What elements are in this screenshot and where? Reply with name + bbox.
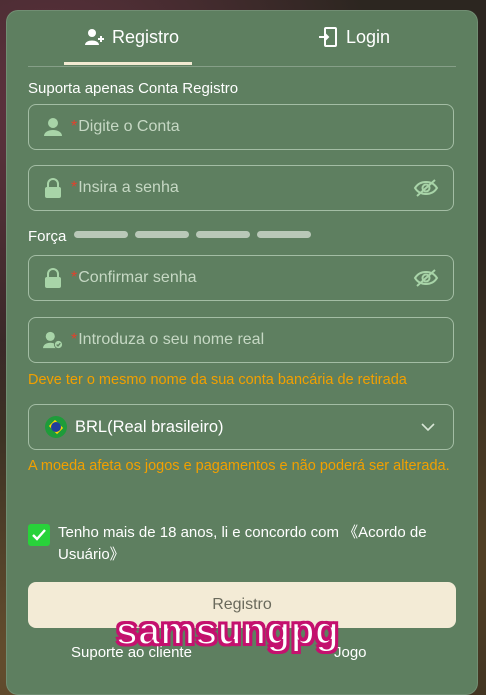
- required-mark: *: [71, 118, 78, 135]
- brazil-flag-icon: [45, 416, 67, 438]
- currency-select[interactable]: BRL(Real brasileiro): [28, 404, 454, 450]
- lock-icon: [43, 268, 63, 288]
- strength-bar: [135, 231, 189, 238]
- confirm-password-input[interactable]: * Confirmar senha: [28, 255, 454, 301]
- strength-bar: [196, 231, 250, 238]
- tab-bar: Registro Login: [28, 10, 456, 67]
- password-input[interactable]: * Insira a senha: [28, 165, 454, 211]
- login-door-icon: [319, 27, 337, 47]
- watermark: samsungpg: [115, 609, 340, 654]
- account-placeholder: Digite o Conta: [78, 118, 180, 135]
- checkmark-icon: [32, 529, 46, 541]
- active-tab-indicator: [64, 62, 192, 65]
- confirm-placeholder: Confirmar senha: [78, 269, 197, 286]
- tab-register[interactable]: Registro: [84, 24, 179, 50]
- chevron-down-icon: [421, 423, 435, 432]
- agree-text: Tenho mais de 18 anos, li e concordo com…: [58, 524, 427, 563]
- age-agree-checkbox[interactable]: [28, 524, 50, 546]
- register-card: Registro Login Suporta apenas Conta Regi…: [6, 10, 478, 695]
- required-mark: *: [71, 331, 78, 348]
- lock-icon: [43, 178, 63, 198]
- required-mark: *: [71, 269, 78, 286]
- account-input[interactable]: * Digite o Conta: [28, 104, 454, 150]
- real-name-placeholder: Introduza o seu nome real: [78, 331, 265, 348]
- user-icon: [43, 117, 63, 137]
- real-name-input[interactable]: * Introduza o seu nome real: [28, 317, 454, 363]
- eye-off-icon[interactable]: [413, 268, 439, 288]
- section-title: Suporta apenas Conta Registro: [28, 80, 239, 97]
- tab-register-label: Registro: [112, 26, 180, 47]
- password-placeholder: Insira a senha: [78, 179, 179, 196]
- required-mark: *: [71, 179, 78, 196]
- verified-user-icon: [43, 330, 63, 350]
- currency-hint: A moeda afeta os jogos e pagamentos e nã…: [28, 458, 450, 474]
- strength-bar: [74, 231, 128, 238]
- eye-off-icon[interactable]: [413, 178, 439, 198]
- name-hint: Deve ter o mesmo nome da sua conta bancá…: [28, 372, 407, 388]
- tab-login-label: Login: [346, 26, 391, 47]
- add-user-icon: [85, 29, 104, 45]
- tab-login[interactable]: Login: [318, 24, 390, 50]
- strength-bar: [257, 231, 311, 238]
- strength-label: Força: [28, 228, 67, 245]
- currency-value: BRL(Real brasileiro): [75, 417, 224, 436]
